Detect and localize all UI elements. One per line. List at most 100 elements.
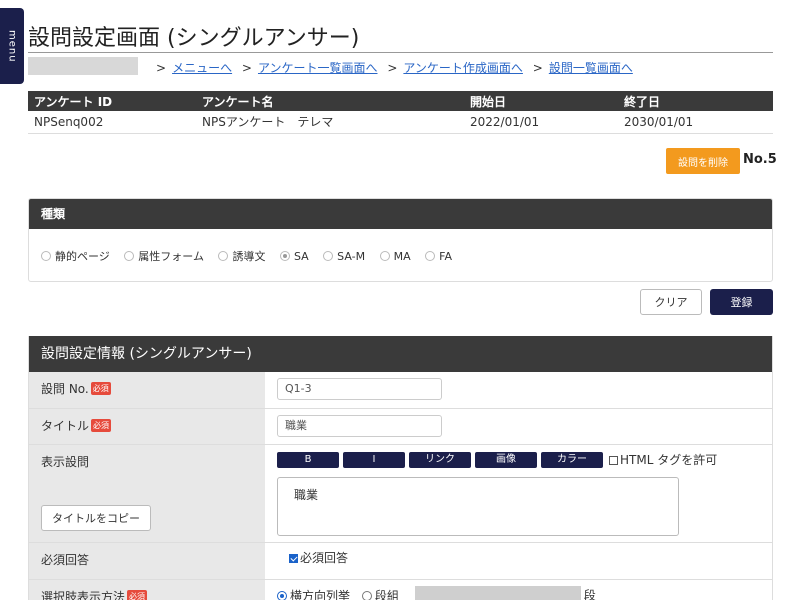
display-question-textarea[interactable]: 職業: [277, 477, 679, 536]
label-display-question: 表示設問 タイトルをコピー: [29, 445, 265, 542]
value-cell: 職業: [265, 409, 772, 444]
radio-icon: [124, 251, 135, 261]
radio-icon: [425, 251, 436, 261]
choice-option-horizontal[interactable]: 横方向列挙: [277, 589, 350, 600]
menu-label: menu: [6, 29, 18, 63]
radio-icon: [218, 251, 229, 261]
breadcrumb-separator: >: [532, 61, 543, 75]
label-text: 表示設問: [41, 455, 90, 469]
column-count-input[interactable]: [414, 586, 581, 600]
required-badge: 必須: [90, 382, 111, 395]
copy-title-button[interactable]: タイトルをコピー: [41, 505, 151, 531]
type-option-fa[interactable]: FA: [425, 250, 452, 263]
settings-panel-header: 設問設定情報 (シングルアンサー): [29, 336, 772, 372]
question-settings-panel: 設問設定情報 (シングルアンサー) 設問 No. 必須 Q1-3 タイトル 必須 職…: [28, 336, 773, 600]
radio-selected-icon: [277, 590, 287, 600]
type-option-label: 属性フォーム: [138, 250, 204, 263]
type-radio-group: 静的ページ 属性フォーム 誘導文 SA SA-M MA FA: [29, 229, 772, 281]
breadcrumb-link-menu[interactable]: メニューへ: [172, 61, 232, 75]
type-option-sa-m[interactable]: SA-M: [323, 250, 365, 263]
bold-button[interactable]: B: [277, 451, 339, 468]
value-cell: 必須回答: [265, 543, 772, 579]
breadcrumb-separator: >: [387, 61, 398, 75]
header-start-date: 開始日: [464, 91, 618, 111]
question-no-input[interactable]: Q1-3: [277, 378, 442, 400]
redacted-user-area: [28, 57, 138, 75]
question-number: No.5: [743, 152, 777, 167]
choice-option-columns[interactable]: 段組: [361, 588, 399, 600]
link-button[interactable]: リンク: [409, 451, 471, 468]
label-required-answer: 必須回答: [29, 543, 265, 579]
allow-html-checkbox[interactable]: HTML タグを許可: [609, 451, 717, 468]
type-option-label: MA: [393, 249, 411, 263]
cell-end-date: 2030/01/01: [618, 111, 773, 134]
cell-start-date: 2022/01/01: [464, 111, 618, 134]
type-option-label: FA: [439, 249, 452, 263]
value-cell: Q1-3: [265, 372, 772, 408]
radio-icon: [379, 251, 390, 261]
survey-info-table: アンケート ID アンケート名 開始日 終了日 NPSenq002 NPSアンケ…: [28, 91, 773, 134]
label-text: 選択肢表示方法: [41, 590, 126, 600]
breadcrumb-separator: >: [241, 61, 252, 75]
type-option-sa[interactable]: SA: [279, 249, 309, 263]
row-choice-display: 選択肢表示方法 必須 横方向列挙 段組 段: [29, 580, 772, 600]
required-answer-checkbox[interactable]: 必須回答: [289, 551, 348, 565]
allow-html-label: HTML タグを許可: [620, 453, 718, 467]
type-option-attribute[interactable]: 属性フォーム: [124, 248, 204, 264]
header-survey-name: アンケート名: [196, 91, 464, 111]
breadcrumb-link-survey-create[interactable]: アンケート作成画面へ: [403, 61, 523, 75]
clear-button[interactable]: クリア: [640, 289, 702, 315]
label-text: 設問 No.: [41, 382, 89, 396]
title-input[interactable]: 職業: [277, 415, 442, 437]
checkbox-checked-icon: [289, 554, 298, 563]
header-end-date: 終了日: [618, 91, 773, 111]
editor-toolbar: B I リンク 画像 カラー HTML タグを許可: [277, 451, 760, 468]
type-option-label: 静的ページ: [55, 250, 110, 263]
choice-option-label: 段組: [374, 588, 399, 600]
menu-tab[interactable]: menu: [0, 8, 24, 84]
delete-question-button[interactable]: 設問を削除: [666, 148, 740, 174]
cell-survey-name: NPSアンケート テレマ: [196, 111, 464, 134]
column-suffix: 段: [583, 588, 596, 600]
title-divider: [28, 52, 773, 53]
type-option-ma[interactable]: MA: [379, 249, 411, 263]
row-title: タイトル 必須 職業: [29, 409, 772, 445]
breadcrumb-separator: >: [156, 61, 167, 75]
type-option-static[interactable]: 静的ページ: [41, 248, 110, 264]
type-panel-header: 種類: [29, 199, 772, 229]
type-panel: 種類 静的ページ 属性フォーム 誘導文 SA SA-M MA FA: [28, 198, 773, 282]
breadcrumb-link-question-list[interactable]: 設問一覧画面へ: [549, 61, 633, 75]
row-question-no: 設問 No. 必須 Q1-3: [29, 372, 772, 409]
radio-icon: [41, 251, 51, 261]
page-title: 設問設定画面 (シングルアンサー): [28, 26, 360, 51]
type-option-label: SA-M: [337, 249, 366, 263]
breadcrumb-link-survey-list[interactable]: アンケート一覧画面へ: [258, 61, 378, 75]
type-option-label: SA: [293, 249, 309, 263]
radio-selected-icon: [279, 251, 290, 261]
label-text: タイトル: [41, 419, 90, 433]
row-display-question: 表示設問 タイトルをコピー B I リンク 画像 カラー HTML タグを許可 …: [29, 445, 772, 543]
required-answer-label: 必須回答: [300, 551, 349, 565]
color-button[interactable]: カラー: [541, 451, 603, 468]
image-button[interactable]: 画像: [475, 451, 537, 468]
type-option-guide[interactable]: 誘導文: [218, 248, 265, 264]
header-survey-id: アンケート ID: [28, 91, 196, 111]
radio-icon: [361, 590, 372, 600]
cell-survey-id: NPSenq002: [28, 111, 196, 134]
label-choice-display: 選択肢表示方法 必須: [29, 580, 265, 600]
row-required-answer: 必須回答 必須回答: [29, 543, 772, 580]
choice-option-label: 横方向列挙: [290, 588, 351, 600]
table-header-row: アンケート ID アンケート名 開始日 終了日: [28, 91, 773, 111]
required-badge: 必須: [127, 590, 148, 600]
value-cell: 横方向列挙 段組 段: [265, 580, 772, 600]
save-button[interactable]: 登録: [710, 289, 773, 315]
italic-button[interactable]: I: [343, 451, 405, 468]
breadcrumb: > メニューへ > アンケート一覧画面へ > アンケート作成画面へ > 設問一覧画面へ: [150, 59, 633, 76]
table-row: NPSenq002 NPSアンケート テレマ 2022/01/01 2030/0…: [28, 111, 773, 134]
type-option-label: 誘導文: [232, 250, 266, 263]
required-badge: 必須: [91, 419, 112, 432]
label-title: タイトル 必須: [29, 409, 265, 444]
value-cell: B I リンク 画像 カラー HTML タグを許可 職業: [265, 445, 772, 542]
label-question-no: 設問 No. 必須: [29, 372, 265, 408]
checkbox-icon: [609, 456, 618, 465]
